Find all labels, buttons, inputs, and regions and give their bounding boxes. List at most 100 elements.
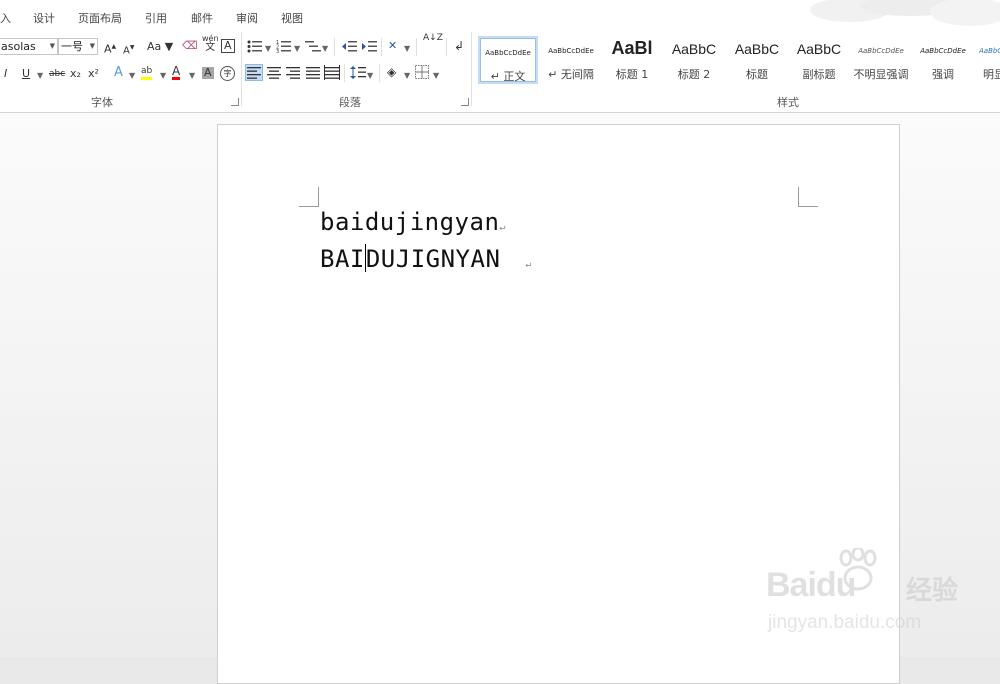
group-separator	[446, 38, 447, 56]
tab-references[interactable]: 引用	[145, 10, 167, 26]
chevron-down-icon[interactable]: ▼	[50, 39, 55, 54]
style-preview: AaBbCcDdEe	[548, 47, 594, 55]
tab-design[interactable]: 设计	[33, 10, 55, 26]
style-heading-1[interactable]: AaBl 标题 1	[604, 36, 660, 84]
style-subtle-emphasis[interactable]: AaBbCcDdEe 不明显强调	[851, 36, 911, 84]
phonetic-guide-button[interactable]: wén 文	[202, 34, 219, 53]
tab-mailings[interactable]: 邮件	[191, 10, 213, 26]
chevron-down-icon[interactable]: ▼	[294, 42, 300, 56]
enclose-char-button[interactable]: 字	[220, 66, 235, 81]
sort-button[interactable]: A↓Z	[423, 34, 443, 43]
superscript-button[interactable]: x²	[88, 67, 99, 81]
style-preview: AaBbC	[671, 41, 717, 57]
font-size-combo[interactable]: 一号 ▼	[58, 38, 98, 55]
style-emphasis[interactable]: AaBbCcDdEe 强调	[913, 36, 973, 84]
borders-icon[interactable]	[415, 65, 429, 79]
chevron-down-icon[interactable]: ▼	[37, 69, 43, 83]
style-heading-2[interactable]: AaBbC 标题 2	[664, 36, 724, 84]
chevron-down-icon[interactable]: ▼	[189, 69, 195, 83]
align-left-icon[interactable]	[245, 64, 263, 81]
font-group-label: 字体	[91, 96, 113, 109]
style-normal[interactable]: AaBbCcDdEe ↵ 正文	[478, 36, 538, 84]
grow-font-button[interactable]: A▲	[104, 40, 116, 57]
style-preview: AaBbC	[734, 41, 780, 57]
decrease-indent-icon[interactable]	[341, 40, 357, 53]
style-intense-emphasis[interactable]: AaBbCcDdEe 明显	[975, 36, 1000, 84]
enclose-char-icon: 字	[223, 69, 232, 78]
document-line-2[interactable]: BAIDUJIGNYAN ↵	[320, 244, 532, 273]
text-effects-button[interactable]: A	[114, 66, 123, 80]
style-name: 明显	[983, 68, 1000, 81]
align-center-icon[interactable]	[266, 65, 282, 80]
style-name: ↵ 无间隔	[548, 68, 594, 81]
shrink-font-button[interactable]: A▼	[123, 41, 134, 58]
show-marks-icon[interactable]: ↲	[454, 39, 464, 53]
cloud-decoration	[810, 0, 1000, 26]
font-name-combo[interactable]: asolas ▼	[0, 38, 58, 55]
change-case-button[interactable]: Aa ▼	[147, 40, 173, 54]
numbering-icon[interactable]: 1 2 3	[276, 40, 292, 53]
distributed-icon[interactable]	[324, 65, 340, 80]
tab-review[interactable]: 审阅	[236, 10, 258, 26]
subscript-button[interactable]: x₂	[70, 67, 81, 81]
group-separator	[379, 64, 380, 82]
chevron-down-icon[interactable]: ▼	[404, 42, 410, 56]
styles-group-label: 样式	[777, 96, 799, 109]
font-name-value: asolas	[1, 40, 36, 53]
char-border-button[interactable]: A	[221, 39, 235, 53]
font-dialog-launcher-icon[interactable]	[231, 98, 239, 106]
tab-insert[interactable]: 入	[0, 10, 11, 26]
style-preview: AaBbCcDdEe	[979, 47, 1000, 55]
phonetic-guide-char: 文	[205, 42, 216, 53]
text-effects-icon: A	[114, 65, 123, 80]
highlight-button[interactable]: ab	[141, 66, 153, 80]
bullets-icon[interactable]	[247, 40, 263, 53]
font-color-icon: A	[172, 64, 181, 78]
chevron-down-icon[interactable]: ▼	[322, 42, 328, 56]
superscript-icon: x²	[88, 67, 99, 80]
underline-button[interactable]: U	[22, 67, 30, 81]
group-separator	[416, 38, 417, 56]
watermark-brand: Baidu	[766, 566, 856, 604]
group-separator	[471, 32, 472, 106]
chevron-down-icon[interactable]: ▼	[265, 42, 271, 56]
font-color-button[interactable]: A	[172, 64, 181, 80]
style-name: 强调	[932, 68, 954, 81]
chinese-layout-icon[interactable]: ✕	[388, 39, 397, 53]
style-name: 标题	[746, 68, 768, 81]
margin-corner-mark	[299, 187, 319, 207]
baidu-jingyan-watermark: Baidu 经验 jingyan.baidu.com	[760, 548, 990, 648]
strikethrough-button[interactable]: abc	[49, 67, 65, 81]
align-right-icon[interactable]	[285, 65, 301, 80]
style-subtitle[interactable]: AaBbC 副标题	[789, 36, 849, 84]
document-text: BAI	[320, 245, 365, 273]
document-text: baidujingyan	[320, 208, 500, 236]
chevron-down-icon[interactable]: ▼	[129, 69, 135, 83]
font-size-value: 一号	[61, 40, 83, 53]
multilevel-list-icon[interactable]	[305, 40, 321, 53]
chevron-down-icon[interactable]: ▼	[90, 39, 95, 54]
style-no-spacing[interactable]: AaBbCcDdEe ↵ 无间隔	[541, 36, 601, 84]
char-shading-button[interactable]: A	[202, 67, 214, 79]
paragraph-dialog-launcher-icon[interactable]	[461, 98, 469, 106]
chevron-down-icon[interactable]: ▼	[367, 69, 373, 83]
increase-indent-icon[interactable]	[361, 40, 377, 53]
highlight-icon: ab	[141, 66, 153, 76]
style-title[interactable]: AaBbC 标题	[727, 36, 787, 84]
chevron-down-icon[interactable]: ▼	[404, 69, 410, 83]
grow-font-icon: A	[104, 42, 112, 56]
tab-page-layout[interactable]: 页面布局	[78, 10, 122, 26]
style-preview: AaBbCcDdEe	[858, 47, 904, 55]
justify-icon[interactable]	[305, 65, 321, 80]
document-line-1[interactable]: baidujingyan↵	[320, 208, 506, 236]
line-spacing-icon[interactable]	[350, 65, 366, 80]
document-text: DUJIGNYAN	[365, 245, 501, 273]
style-preview: AaBbC	[796, 41, 842, 57]
group-separator	[241, 32, 242, 106]
chevron-down-icon[interactable]: ▼	[433, 69, 439, 83]
shading-icon[interactable]: ◈	[387, 65, 396, 79]
clear-format-icon[interactable]: ⌫	[182, 39, 198, 53]
italic-button[interactable]: I	[4, 67, 7, 81]
chevron-down-icon[interactable]: ▼	[160, 69, 166, 83]
tab-view[interactable]: 视图	[281, 10, 303, 26]
